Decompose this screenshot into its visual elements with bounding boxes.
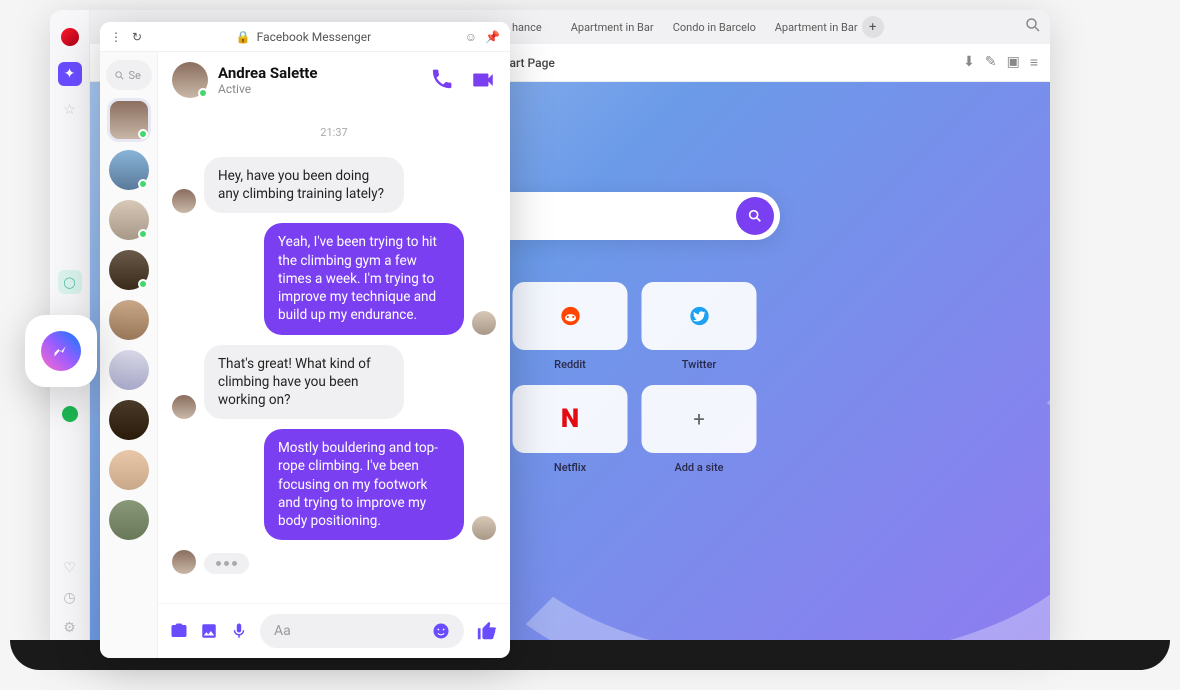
mic-icon[interactable] [230,622,248,640]
tab-label: Apartment in Barc [775,21,858,34]
typing-indicator [204,553,249,574]
message-avatar [172,395,196,419]
tile-label: Netflix [554,461,586,474]
contact-avatar[interactable] [109,300,149,340]
message-bubble[interactable]: That's great! What kind of climbing have… [204,345,404,420]
contact-avatar[interactable] [109,250,149,290]
tab-search-icon[interactable] [1024,16,1042,38]
message-bubble[interactable]: Hey, have you been doing any climbing tr… [204,157,404,213]
tab-label: Apartment in Barc [571,21,654,34]
chat-pane: Andrea Salette Active 21:37 Hey, have yo… [158,52,510,658]
message-input[interactable]: Aa [260,614,464,648]
messenger-sidebar-icon[interactable] [25,315,97,387]
speed-dial-tile[interactable]: Reddit [513,282,628,371]
reload-icon[interactable]: ↻ [132,30,142,44]
spotify-icon[interactable] [62,406,78,422]
tab[interactable]: Apartment in Barc [760,13,858,41]
search-icon [747,208,763,224]
netflix-icon: N [561,404,579,434]
twitter-icon [688,305,710,327]
more-icon[interactable]: ⋮ [110,30,122,44]
messenger-title: Facebook Messenger [257,30,371,44]
contact-avatar[interactable] [109,450,149,490]
message-row: Hey, have you been doing any climbing tr… [172,157,496,213]
message-bubble[interactable]: Yeah, I've been trying to hit the climbi… [264,223,464,334]
message-row: Mostly bouldering and top-rope climbing.… [172,429,496,540]
new-tab-button[interactable]: + [862,16,884,38]
timestamp: 21:37 [172,126,496,139]
tab[interactable]: Apartment in Barc [556,13,654,41]
speed-dial-add-tile[interactable]: + Add a site [642,385,757,474]
opera-logo-icon [61,28,79,46]
chat-header: Andrea Salette Active [158,52,510,108]
search-icon [114,70,125,81]
contacts-search[interactable]: Se [106,60,152,90]
whatsapp-icon[interactable]: ◯ [58,270,82,294]
contact-avatar[interactable] [109,100,149,140]
contact-avatar[interactable] [109,200,149,240]
speed-dial-tile[interactable]: N Netflix [513,385,628,474]
image-icon[interactable] [200,622,218,640]
tile-label: Reddit [554,358,586,371]
typing-indicator-row [172,550,496,574]
messenger-topbar: ⋮ ↻ 🔒 Facebook Messenger ☺ 📌 [100,22,510,52]
tile-label: Twitter [682,358,717,371]
emoji-picker-icon[interactable] [432,622,450,640]
search-placeholder: Se [129,69,141,82]
messages-scroll[interactable]: 21:37 Hey, have you been doing any climb… [158,108,510,603]
speed-dial-tile[interactable]: Twitter [642,282,757,371]
tile-label: Add a site [674,461,723,474]
thumbs-up-icon[interactable] [476,620,498,642]
contact-avatar[interactable] [109,400,149,440]
contact-avatar[interactable] [109,150,149,190]
lock-icon: 🔒 [236,30,251,44]
chat-input-row: Aa [158,603,510,658]
message-avatar [172,550,196,574]
search-button[interactable] [736,197,774,235]
tab[interactable]: Condo in Barcelo [658,13,756,41]
snapshot-icon[interactable]: ▣ [1007,54,1020,71]
history-icon[interactable]: ◷ [63,590,75,606]
contact-avatar[interactable] [109,500,149,540]
chat-header-avatar[interactable] [172,62,208,98]
easy-setup-icon[interactable]: ≡ [1030,54,1038,71]
settings-icon[interactable]: ⚙ [63,620,76,636]
messenger-panel: ⋮ ↻ 🔒 Facebook Messenger ☺ 📌 Se [100,22,510,658]
bookmark-outline-icon[interactable]: ☆ [63,102,76,118]
message-avatar [472,516,496,540]
message-row: Yeah, I've been trying to hit the climbi… [172,223,496,334]
contact-avatar[interactable] [109,350,149,390]
input-placeholder: Aa [274,623,291,639]
tab-label: hance [512,21,542,34]
plus-icon: + [693,407,704,431]
video-call-icon[interactable] [470,67,496,93]
message-bubble[interactable]: Mostly bouldering and top-rope climbing.… [264,429,464,540]
contacts-column: Se [100,52,158,658]
message-avatar [172,189,196,213]
message-avatar [472,311,496,335]
pin-icon[interactable]: 📌 [485,30,500,44]
download-icon[interactable]: ⬇ [963,54,975,71]
chat-contact-name: Andrea Salette [218,64,318,82]
edit-icon[interactable]: ✎ [985,54,997,71]
voice-call-icon[interactable] [430,67,454,91]
message-row: That's great! What kind of climbing have… [172,345,496,420]
tab-label: Condo in Barcelo [673,21,756,34]
messenger-logo-icon [41,331,81,371]
heart-icon[interactable]: ♡ [63,560,76,576]
chat-contact-status: Active [218,82,318,96]
emoji-icon[interactable]: ☺ [465,30,477,44]
workspace-icon[interactable]: ✦ [58,62,82,86]
camera-icon[interactable] [170,622,188,640]
reddit-icon [559,305,581,327]
